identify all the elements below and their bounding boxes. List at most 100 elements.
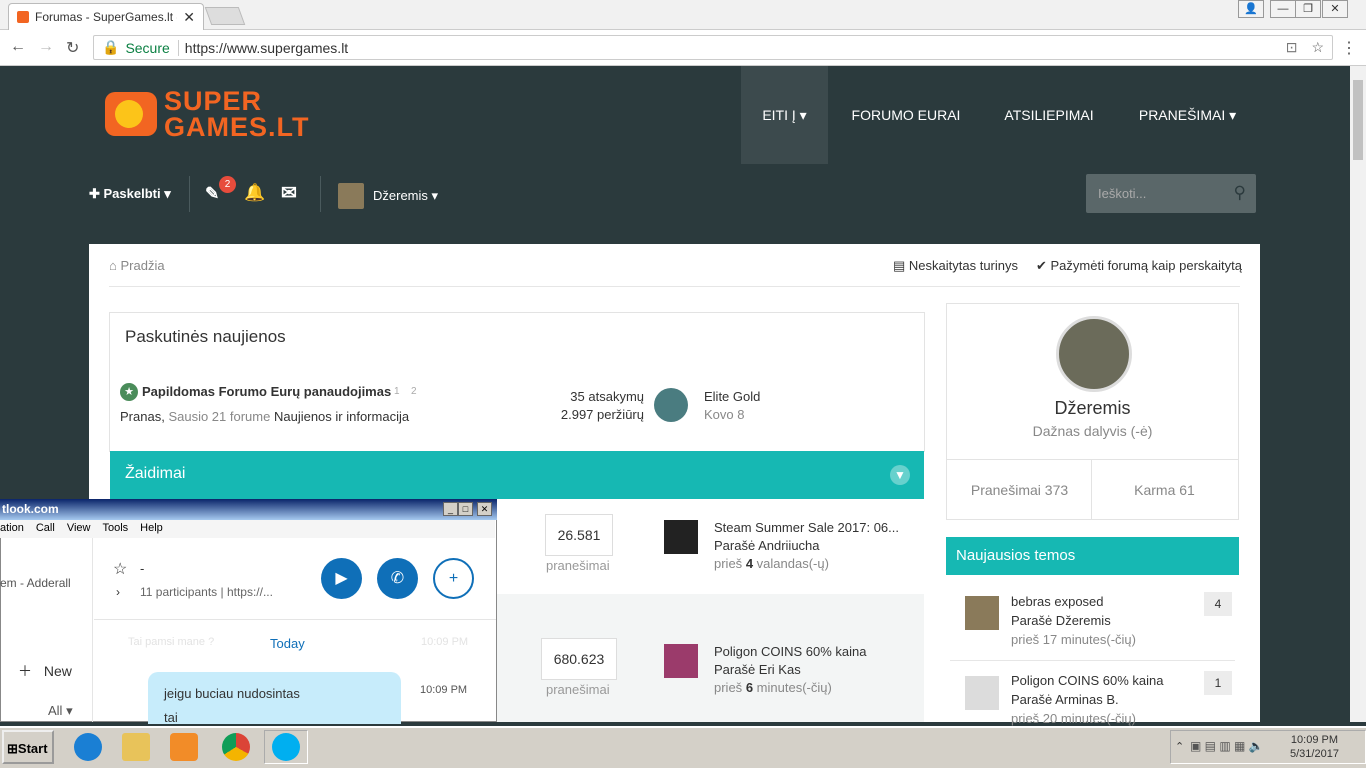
filter-all-dropdown[interactable]: All ▾	[48, 703, 73, 719]
contact-item[interactable]: em - Adderall	[0, 576, 71, 590]
secure-label: Secure	[125, 39, 179, 56]
author-link[interactable]: Pranas,	[120, 409, 165, 424]
page-scrollbar[interactable]	[1350, 66, 1366, 722]
user-menu[interactable]: Džeremis ▾	[373, 188, 438, 204]
message-time: 10:09 PM	[420, 684, 468, 696]
news-stats: 35 atsakymų 2.997 peržiūrų	[560, 389, 644, 422]
unread-content-link[interactable]: ▤ Neskaitytas turinys	[893, 258, 1018, 274]
profile-avatar[interactable]	[1056, 316, 1132, 392]
menu-tools[interactable]: Tools	[102, 522, 128, 536]
forward-icon[interactable]: →	[38, 38, 54, 56]
audio-call-button[interactable]: ✆	[377, 558, 418, 599]
start-button[interactable]: ⊞Start	[2, 730, 54, 764]
menu-icon[interactable]: ⋮	[1341, 38, 1357, 58]
forum-post-count: 26.581	[545, 514, 613, 556]
new-topics-header: Naujausios temos	[946, 537, 1239, 575]
topic-avatar[interactable]	[965, 676, 999, 710]
last-post-thumb[interactable]	[664, 520, 698, 554]
nav-eiti[interactable]: EITI Į ▾	[741, 66, 828, 164]
mark-read-link[interactable]: ✔ Pažymėti forumą kaip perskaitytą	[1036, 258, 1242, 274]
favorite-star-icon[interactable]: ☆	[113, 559, 127, 579]
last-post-thumb[interactable]	[664, 644, 698, 678]
forum-last-post: Steam Summer Sale 2017: 06... Parašė And…	[714, 520, 899, 571]
menu-call[interactable]: Call	[36, 522, 55, 536]
tray-icons[interactable]: ▣ ▤ ▥ ▦ 🔈	[1190, 739, 1264, 753]
ticket-icon[interactable]: ✎	[205, 184, 219, 204]
skype-maximize-button[interactable]: □	[458, 502, 473, 516]
media-player-icon[interactable]	[162, 730, 206, 764]
minimize-button[interactable]: —	[1270, 0, 1296, 18]
topic-avatar[interactable]	[965, 596, 999, 630]
restore-button[interactable]: ❐	[1295, 0, 1321, 18]
forum-post-count: 680.623	[541, 638, 617, 680]
skype-contacts-pane	[0, 538, 93, 722]
nav-forumo-eurai[interactable]: FORUMO EURAI	[845, 66, 967, 164]
menu-help[interactable]: Help	[140, 522, 163, 536]
favicon-icon	[17, 11, 29, 23]
translate-icon[interactable]: ⊡	[1286, 39, 1298, 56]
news-topic-meta: Pranas, Sausio 21 forume Naujienos ir in…	[120, 409, 410, 424]
participants-info[interactable]: 11 participants | https://...	[140, 585, 273, 599]
forum-post-label: pranešimai	[546, 558, 610, 573]
browser-tab[interactable]: Forumas - SuperGames.lt - ✕	[8, 3, 204, 30]
faded-time: 10:09 PM	[421, 636, 469, 648]
divider	[189, 176, 190, 212]
page-link-2[interactable]: 2	[411, 386, 417, 397]
nav-atsiliepimai[interactable]: ATSILIEPIMAI	[995, 66, 1103, 164]
section-header-games[interactable]: Žaidimai ▼	[110, 451, 924, 499]
bookmark-star-icon[interactable]: ☆	[1311, 39, 1324, 56]
logo-icon[interactable]	[105, 92, 157, 136]
featured-star-icon: ★	[120, 383, 138, 401]
forum-link[interactable]: Naujienos ir informacija	[274, 409, 409, 424]
reload-icon[interactable]: ↻	[66, 38, 79, 58]
topic-reply-count: 1	[1204, 671, 1232, 695]
skype-minimize-button[interactable]: _	[443, 502, 458, 516]
search-icon[interactable]: ⚲	[1234, 183, 1246, 203]
search-input[interactable]: Ieškoti... ⚲	[1086, 174, 1256, 213]
chat-name: -	[140, 561, 145, 576]
divider	[109, 286, 1240, 287]
skype-close-button[interactable]: ✕	[477, 502, 492, 516]
ie-icon[interactable]	[66, 730, 110, 764]
chrome-icon[interactable]	[214, 730, 258, 764]
new-chat-button[interactable]: ＋ New	[18, 661, 72, 681]
logo-text-2[interactable]: GAMES.LT	[164, 112, 310, 143]
url-text[interactable]: https://www.supergames.lt	[185, 40, 348, 56]
chat-message-bubble[interactable]: jeigu buciau nudosintas tai	[148, 672, 401, 725]
news-topic-title[interactable]: Papildomas Forumo Eurų panaudojimas	[142, 384, 391, 399]
profile-icon[interactable]: 👤	[1238, 0, 1264, 18]
new-tab-button[interactable]	[204, 7, 246, 25]
browser-tab-strip	[0, 0, 1366, 30]
bell-icon[interactable]: 🔔	[244, 183, 265, 203]
back-icon[interactable]: ←	[10, 38, 26, 56]
tray-expand-icon[interactable]: ⌃	[1175, 740, 1184, 753]
breadcrumb[interactable]: ⌂ Pradžia	[109, 258, 165, 273]
close-tab-icon[interactable]: ✕	[183, 9, 195, 26]
clock[interactable]: 10:09 PM 5/31/2017	[1290, 733, 1339, 761]
skype-titlebar[interactable]: tlook.com	[0, 499, 497, 520]
post-button[interactable]: ✚ Paskelbti ▾	[89, 186, 171, 202]
menu-item[interactable]: ation	[0, 522, 24, 536]
explorer-icon[interactable]	[114, 730, 158, 764]
expand-chevron-icon[interactable]: ›	[116, 585, 120, 599]
lock-icon: 🔒	[102, 39, 120, 55]
mail-icon[interactable]: ✉	[281, 182, 297, 205]
divider	[320, 176, 321, 212]
menu-view[interactable]: View	[67, 522, 91, 536]
page-link-1[interactable]: 1	[394, 386, 400, 397]
skype-taskbar-icon[interactable]	[264, 730, 308, 764]
profile-name[interactable]: Džeremis	[946, 398, 1239, 419]
video-call-button[interactable]: ▶	[321, 558, 362, 599]
divider	[947, 459, 1238, 460]
user-avatar[interactable]	[338, 183, 364, 209]
notification-badge: 2	[219, 176, 236, 193]
close-window-button[interactable]: ✕	[1322, 0, 1348, 18]
add-participant-button[interactable]: +	[433, 558, 474, 599]
forum-post-label: pranešimai	[546, 682, 610, 697]
omnibox[interactable]: 🔒 Secure https://www.supergames.lt ⊡ ☆	[93, 35, 1333, 60]
skype-menubar: ation Call View Tools Help	[0, 520, 495, 538]
profile-posts[interactable]: Pranešimai 373	[947, 482, 1092, 498]
last-poster-avatar[interactable]	[654, 388, 688, 422]
collapse-icon[interactable]: ▼	[890, 465, 910, 485]
nav-pranesimai[interactable]: PRANEŠIMAI ▾	[1130, 66, 1245, 164]
